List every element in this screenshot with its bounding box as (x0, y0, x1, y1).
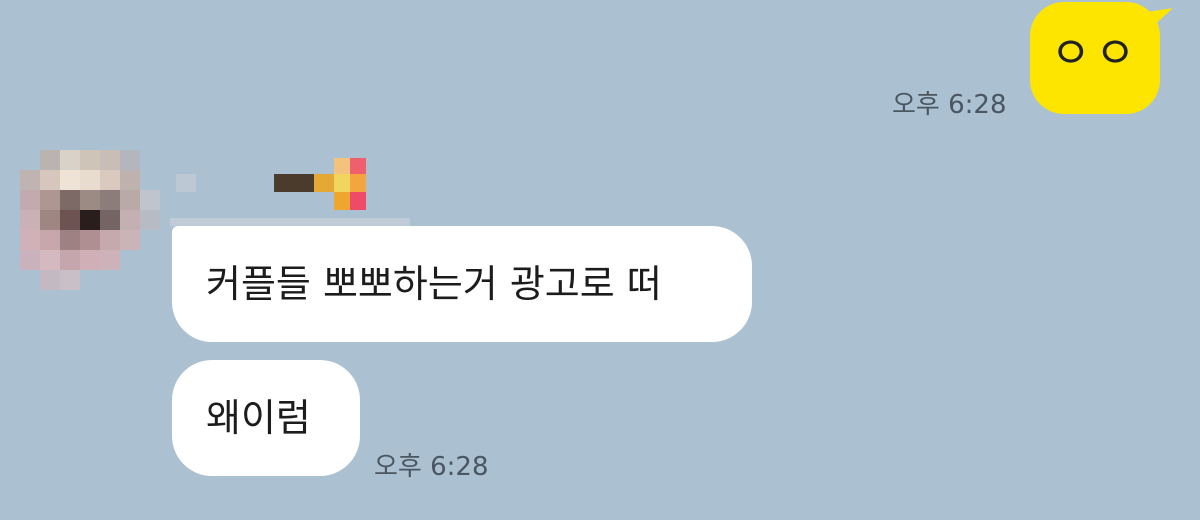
incoming-message-bubble[interactable]: 왜이럼 (172, 360, 360, 476)
sender-name-pixelated (170, 152, 410, 226)
incoming-message-time: 오후 6:28 (374, 452, 489, 482)
incoming-message-text: 왜이럼 (206, 396, 311, 440)
outgoing-message-time: 오후 6:28 (892, 90, 1007, 120)
chat-room: 오후 6:28 ㅇㅇ 커플들 뽀뽀하는거 광고로 떠 왜이럼 오후 6:28 (0, 0, 1200, 520)
incoming-message-bubble[interactable]: 커플들 뽀뽀하는거 광고로 떠 (172, 226, 752, 342)
outgoing-message-bubble[interactable]: ㅇㅇ (1030, 2, 1160, 114)
outgoing-message-text: ㅇㅇ (1050, 28, 1140, 79)
incoming-message-text: 커플들 뽀뽀하는거 광고로 떠 (206, 262, 662, 306)
sender-avatar-icon[interactable] (20, 150, 160, 300)
